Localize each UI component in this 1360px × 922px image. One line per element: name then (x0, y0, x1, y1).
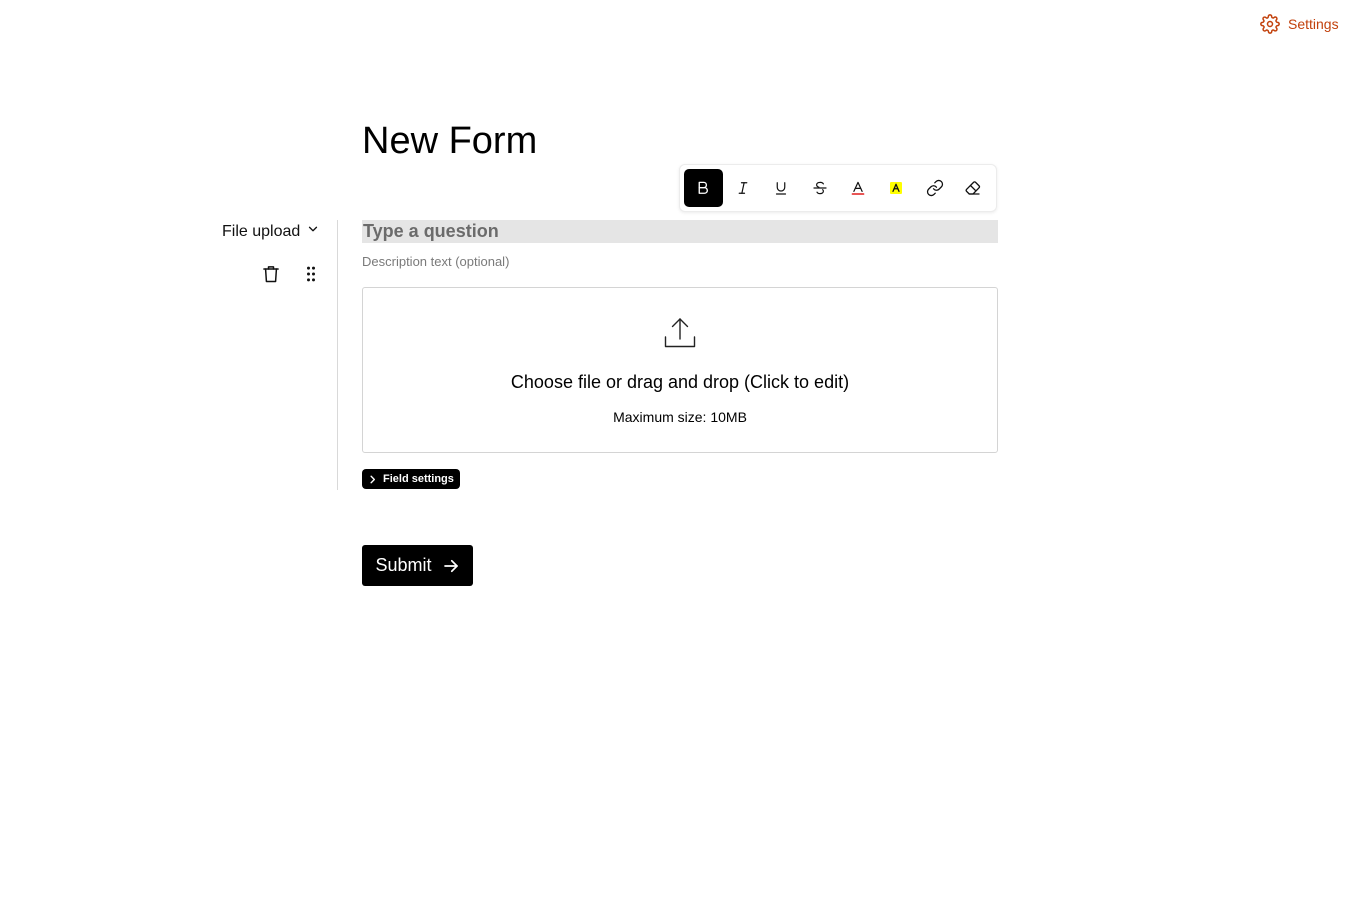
chevron-right-icon (367, 474, 378, 485)
italic-icon (734, 179, 752, 197)
underline-button[interactable] (762, 169, 800, 207)
field-settings-toggle[interactable]: Field settings (362, 469, 460, 489)
settings-label: Settings (1288, 16, 1339, 32)
field-divider (337, 220, 338, 490)
description-input[interactable] (362, 252, 762, 270)
upload-icon (663, 316, 697, 350)
delete-field-button[interactable] (260, 262, 282, 286)
bold-button[interactable] (684, 169, 723, 207)
drag-handle[interactable] (300, 262, 322, 286)
form-title[interactable]: New Form (362, 118, 537, 164)
settings-link[interactable]: Settings (1260, 14, 1339, 34)
link-icon (926, 179, 944, 197)
link-button[interactable] (915, 169, 953, 207)
field-actions (260, 262, 322, 286)
bold-icon (694, 179, 712, 197)
highlight-icon (887, 179, 905, 197)
field-type-label: File upload (222, 222, 301, 240)
submit-label: Submit (375, 555, 432, 575)
file-upload-dropzone[interactable]: Choose file or drag and drop (Click to e… (362, 287, 998, 453)
underline-icon (772, 179, 790, 197)
question-input[interactable] (362, 220, 998, 243)
highlight-button[interactable] (877, 169, 915, 207)
eraser-icon (964, 179, 982, 197)
submit-button[interactable]: Submit (362, 545, 473, 586)
upload-title: Choose file or drag and drop (Click to e… (510, 372, 850, 392)
formatting-toolbar (679, 164, 997, 212)
strikethrough-icon (811, 179, 829, 197)
field-settings-label: Field settings (383, 473, 454, 485)
form-builder-page: Settings New Form File upload Type a que… (0, 0, 1360, 922)
upload-max-size: Maximum size: 10MB (613, 409, 747, 425)
text-color-button[interactable] (839, 169, 877, 207)
trash-icon (261, 264, 281, 284)
arrow-right-icon (442, 557, 460, 575)
field-type-dropdown[interactable]: File upload (222, 222, 320, 241)
text-color-icon (849, 179, 867, 197)
drag-handle-icon (301, 264, 321, 284)
chevron-down-icon (306, 222, 320, 241)
strikethrough-button[interactable] (800, 169, 838, 207)
clear-format-button[interactable] (954, 169, 992, 207)
italic-button[interactable] (724, 169, 762, 207)
gear-icon (1260, 14, 1280, 34)
